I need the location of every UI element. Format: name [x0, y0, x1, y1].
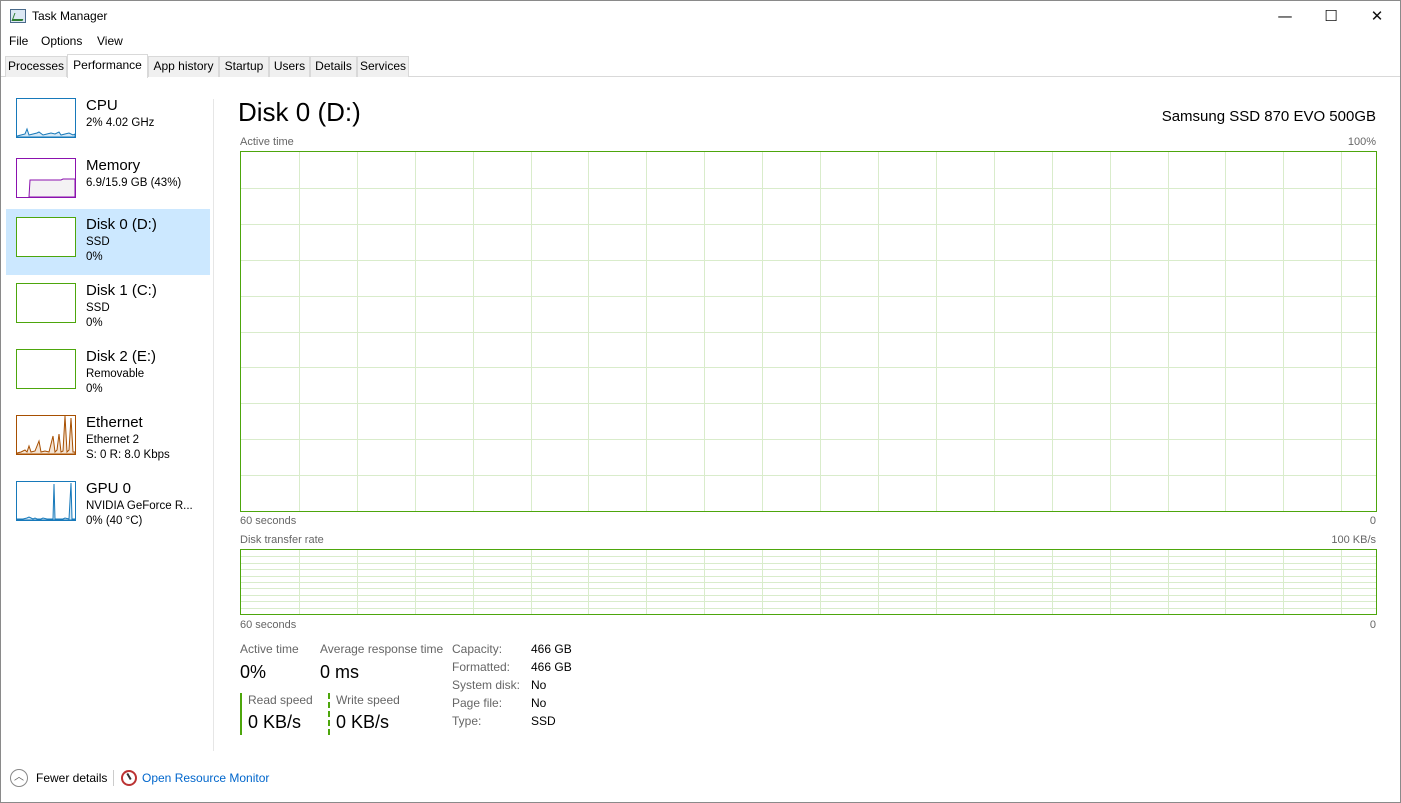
page-file-value: No [531, 696, 547, 710]
active-time-graph-max: 100% [1347, 136, 1376, 148]
write-speed-indicator [328, 693, 330, 735]
active-time-graph [240, 151, 1377, 512]
tab-services[interactable]: Services [357, 56, 409, 77]
formatted-value: 466 GB [531, 660, 572, 674]
active-time-value: 0% [240, 662, 267, 682]
menu-view[interactable]: View [97, 34, 123, 48]
chevron-up-icon[interactable]: ︿ [10, 769, 28, 787]
transfer-rate-graph-max: 100 KB/s [1331, 534, 1376, 546]
sidebar-item-title: Disk 0 (D:) [86, 216, 157, 233]
memory-thumbnail-graph [16, 158, 76, 198]
disk-1-thumbnail-graph [16, 283, 76, 323]
read-speed-value: 0 KB/s [248, 712, 302, 732]
gpu-thumbnail-graph [16, 481, 76, 521]
tab-performance[interactable]: Performance [67, 54, 148, 78]
system-disk-value: No [531, 678, 547, 692]
sidebar-item-gpu-0[interactable]: GPU 0 NVIDIA GeForce R... 0% (40 °C) [6, 473, 210, 539]
footer-divider [113, 770, 114, 786]
close-button[interactable]: ✕ [1354, 1, 1400, 32]
formatted-label: Formatted: [452, 660, 511, 674]
window-title: Task Manager [32, 9, 108, 23]
transfer-rate-graph-timespan: 60 seconds [240, 619, 297, 631]
sidebar-item-disk-1[interactable]: Disk 1 (C:) SSD 0% [6, 275, 210, 341]
sidebar-item-title: CPU [86, 97, 118, 114]
ethernet-thumbnail-graph [16, 415, 76, 455]
tab-strip: Processes Performance App history Startu… [1, 54, 1400, 78]
tab-app-history[interactable]: App history [148, 56, 219, 77]
title-bar[interactable]: Task Manager — ☐ ✕ [1, 1, 1400, 32]
active-time-graph-timespan: 60 seconds [240, 515, 297, 527]
fewer-details-button[interactable]: Fewer details [36, 771, 107, 785]
active-time-label: Active time [240, 642, 299, 656]
avg-response-value: 0 ms [320, 662, 360, 682]
task-manager-window: Task Manager — ☐ ✕ File Options View Pro… [0, 0, 1401, 803]
active-time-graph-min: 0 [1369, 515, 1376, 527]
page-title: Disk 0 (D:) [238, 97, 361, 127]
read-speed-label: Read speed [248, 693, 313, 707]
menu-bar: File Options View [1, 32, 1400, 52]
minimize-button[interactable]: — [1262, 1, 1308, 32]
disk-2-thumbnail-graph [16, 349, 76, 389]
tab-startup[interactable]: Startup [219, 56, 269, 77]
sidebar-item-ethernet[interactable]: Ethernet Ethernet 2 S: 0 R: 8.0 Kbps [6, 407, 210, 473]
sidebar-item-title: Disk 1 (C:) [86, 282, 157, 299]
sidebar-divider[interactable] [213, 99, 214, 751]
sidebar-item-throughput: S: 0 R: 8.0 Kbps [86, 449, 170, 461]
menu-options[interactable]: Options [41, 34, 82, 48]
type-label: Type: [452, 714, 482, 728]
sidebar-item-disk-0[interactable]: Disk 0 (D:) SSD 0% [6, 209, 210, 275]
type-value: SSD [531, 714, 556, 728]
write-speed-label: Write speed [336, 693, 400, 707]
system-disk-label: System disk: [452, 678, 521, 692]
write-speed-value: 0 KB/s [336, 712, 390, 732]
tab-users[interactable]: Users [269, 56, 310, 77]
sidebar-item-title: Memory [86, 157, 141, 174]
capacity-label: Capacity: [452, 642, 503, 656]
sidebar-item-detail: 6.9/15.9 GB (43%) [86, 177, 182, 189]
sidebar-item-title: Ethernet [86, 414, 143, 431]
capacity-value: 466 GB [531, 642, 572, 656]
sidebar-item-disk-2[interactable]: Disk 2 (E:) Removable 0% [6, 341, 210, 407]
transfer-rate-graph [240, 549, 1377, 615]
sidebar-item-title: Disk 2 (E:) [86, 348, 157, 365]
cpu-thumbnail-graph [16, 98, 76, 138]
transfer-rate-graph-min: 0 [1369, 619, 1376, 631]
sidebar-item-adapter: Ethernet 2 [86, 434, 140, 446]
tab-processes[interactable]: Processes [5, 56, 67, 77]
sidebar-item-cpu[interactable]: CPU 2% 4.02 GHz [6, 90, 210, 156]
sidebar-item-usage: 0% (40 °C) [86, 515, 143, 527]
transfer-rate-graph-label: Disk transfer rate [240, 534, 324, 546]
resource-monitor-icon[interactable] [121, 770, 137, 786]
sidebar-item-usage: 0% [86, 317, 103, 329]
sidebar-item-type: SSD [86, 302, 110, 314]
sidebar-item-usage: 0% [86, 383, 103, 395]
sidebar-item-detail: 2% 4.02 GHz [86, 117, 155, 129]
open-resource-monitor-link[interactable]: Open Resource Monitor [142, 771, 269, 785]
device-model: Samsung SSD 870 EVO 500GB [1161, 108, 1376, 125]
sidebar-item-type: SSD [86, 236, 110, 248]
sidebar-item-model: NVIDIA GeForce R... [86, 500, 193, 512]
maximize-button[interactable]: ☐ [1308, 1, 1354, 32]
page-file-label: Page file: [452, 696, 503, 710]
disk-0-thumbnail-graph [16, 217, 76, 257]
menu-file[interactable]: File [9, 34, 28, 48]
sidebar-item-title: GPU 0 [86, 480, 132, 497]
sidebar-item-memory[interactable]: Memory 6.9/15.9 GB (43%) [6, 150, 210, 216]
tab-details[interactable]: Details [310, 56, 357, 77]
footer-bar: ︿ Fewer details Open Resource Monitor [1, 766, 1400, 792]
active-time-graph-label: Active time [240, 136, 294, 148]
resource-sidebar: CPU 2% 4.02 GHz Memory 6.9/15.9 GB (43%)… [1, 78, 213, 758]
task-manager-app-icon [10, 9, 26, 23]
sidebar-item-usage: 0% [86, 251, 103, 263]
avg-response-label: Average response time [320, 642, 444, 656]
sidebar-item-type: Removable [86, 368, 145, 380]
read-speed-indicator [240, 693, 242, 735]
